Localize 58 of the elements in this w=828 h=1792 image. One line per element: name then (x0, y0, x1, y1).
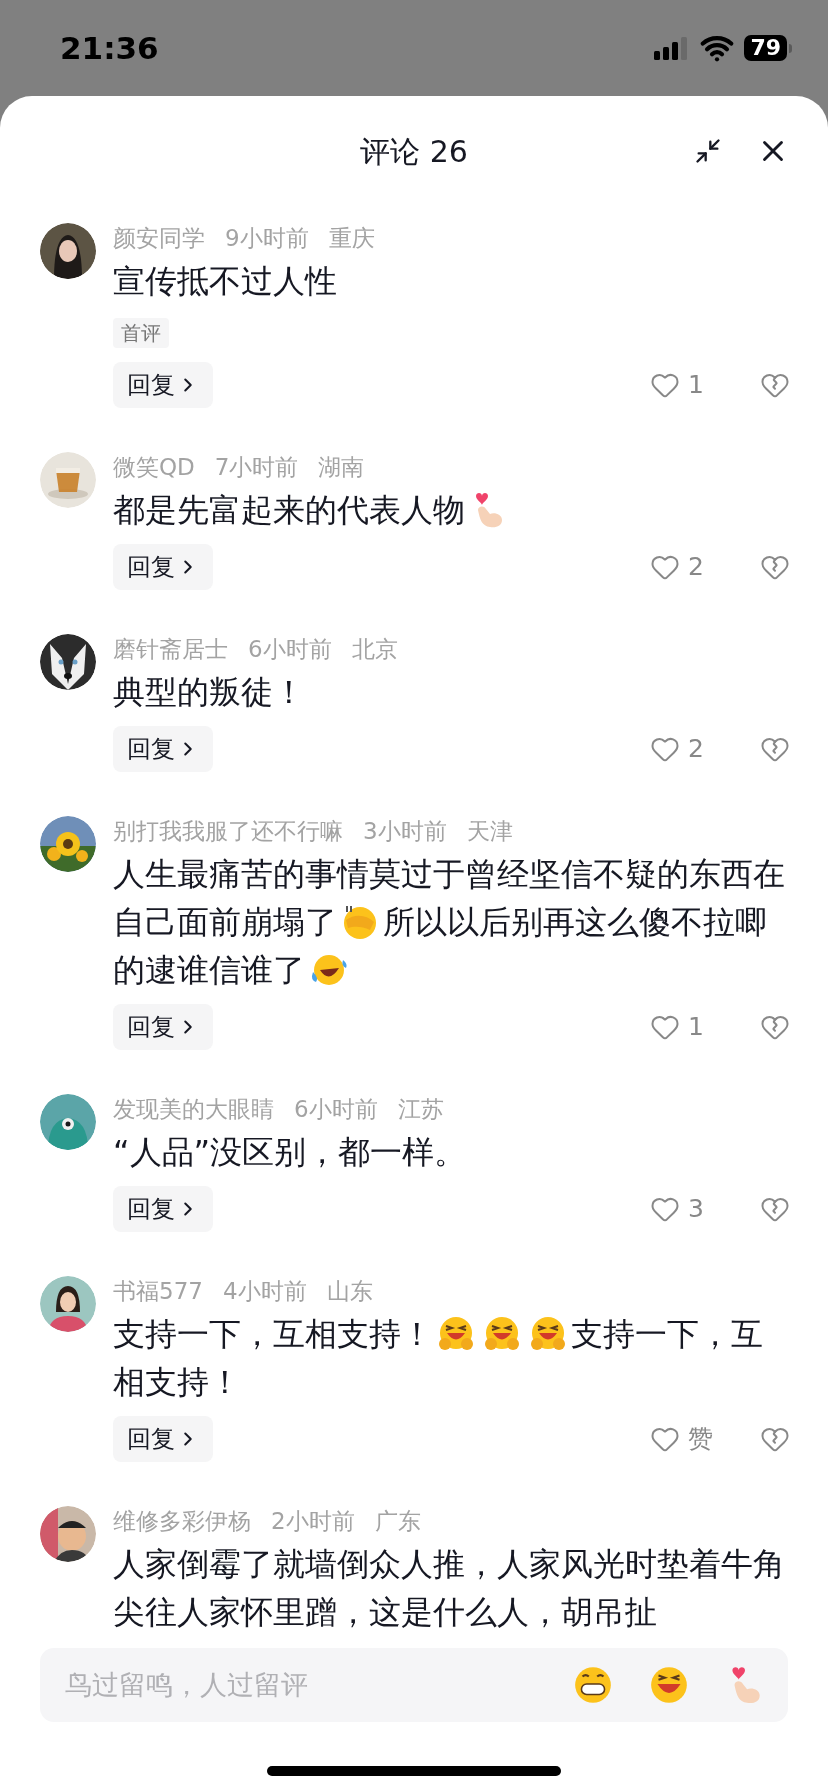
comment-location: 北京 (351, 634, 398, 664)
comment-text: 支持一下，互相支持！ (113, 1314, 433, 1355)
comment-time: 4小时前 (222, 1276, 307, 1306)
comment-text: 的逮谁信谁了 (113, 950, 305, 991)
laughing-emoji-icon (648, 1664, 690, 1706)
comment-input-bar[interactable]: 鸟过留鸣，人过留评 (40, 1648, 788, 1722)
comment-text: 相支持！ (113, 1362, 241, 1403)
comment-location: 江苏 (397, 1094, 444, 1124)
like-button[interactable]: 2 (650, 730, 728, 768)
user-name[interactable]: 颜安同学 (113, 220, 205, 256)
comment-time: 3小时前 (363, 816, 447, 846)
user-name[interactable]: 微笑QD (113, 449, 195, 485)
like-button[interactable]: 2 (650, 548, 728, 586)
user-name[interactable]: 书福577 (113, 1273, 203, 1309)
comment-location: 广东 (374, 1506, 421, 1536)
comment-text: 自己面前崩塌了 (113, 902, 337, 943)
user-name[interactable]: 发现美的大眼睛 (113, 1091, 274, 1127)
like-button[interactable]: 1 (650, 366, 728, 404)
minimize-button[interactable] (694, 137, 722, 165)
comment-text: 所以以后别再这么傻不拉唧 (383, 902, 767, 943)
comment-time: 6小时前 (294, 1094, 378, 1124)
comment-text: 尖往人家怀里蹭，这是什么人，胡吊扯 (113, 1592, 657, 1633)
reply-button[interactable]: 回复 (113, 1416, 213, 1462)
comment-text: 支持一下，互 (571, 1314, 763, 1355)
minimize-icon (694, 137, 722, 165)
user-name[interactable]: 维修多彩伊杨 (113, 1503, 251, 1539)
comment-text: 宣传抵不过人性 (113, 261, 337, 302)
user-name[interactable]: 别打我我服了还不行嘛 (113, 813, 343, 849)
like-button[interactable]: 3 (650, 1190, 728, 1228)
comment-text: 人生最痛苦的事情莫过于曾经坚信不疑的东西在 (113, 854, 785, 895)
reply-button[interactable]: 回复 (113, 362, 213, 408)
user-name[interactable]: 磨针斋居士 (113, 631, 228, 667)
reply-button[interactable]: 回复 (113, 726, 213, 772)
like-button[interactable]: 1 (650, 1008, 728, 1046)
comment-text: 人家倒霉了就墙倒众人推，人家风光时垫着牛角 (113, 1544, 785, 1585)
reply-button[interactable]: 回复 (113, 1004, 213, 1050)
grinning-emoji-icon (572, 1664, 614, 1706)
comment-text: 典型的叛徒！ (113, 672, 305, 713)
comment-time: 7小时前 (214, 452, 299, 482)
comment-location: 天津 (466, 816, 513, 846)
status-time: 21:36 (60, 28, 159, 68)
first-comment-tag: 首评 (113, 318, 169, 348)
emoji-button[interactable] (648, 1664, 690, 1706)
sheet-title: 评论 26 (360, 132, 468, 171)
like-button[interactable]: 赞 (650, 1420, 728, 1458)
reply-button[interactable]: 回复 (113, 1186, 213, 1232)
comment-text: 都是先富起来的代表人物 (113, 490, 465, 531)
comment-location: 山东 (326, 1276, 373, 1306)
comment-input[interactable]: 鸟过留鸣，人过留评 (65, 1664, 572, 1706)
emoji-button[interactable] (572, 1664, 614, 1706)
comment-time: 2小时前 (271, 1506, 355, 1536)
comment-location: 湖南 (318, 452, 365, 482)
reply-button[interactable]: 回复 (113, 544, 213, 590)
comment-location: 重庆 (328, 223, 375, 253)
comment-time: 9小时前 (225, 223, 309, 253)
comment-time: 6小时前 (248, 634, 332, 664)
battery-level: 79 (744, 35, 787, 61)
comment-text: “人品”没区别，都一样。 (113, 1132, 467, 1173)
